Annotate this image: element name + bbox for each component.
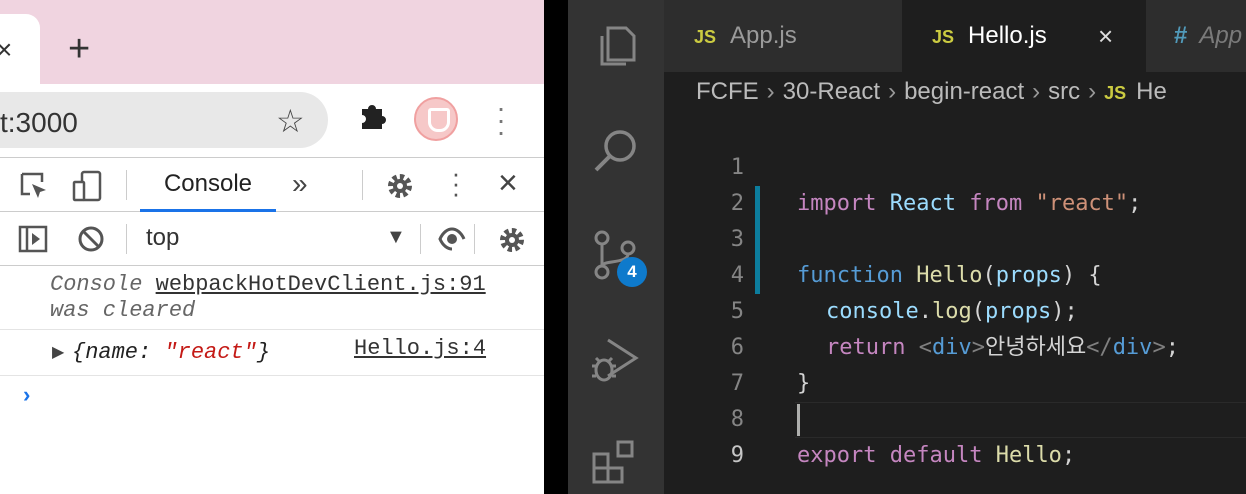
breadcrumb-item[interactable]: FCFE <box>696 78 759 105</box>
token: export <box>797 443 877 468</box>
console-log-entry: ▶ {name: "react"} Hello.js:4 <box>0 330 544 376</box>
breadcrumb-item[interactable]: 30-React <box>783 78 880 105</box>
clear-console-icon[interactable] <box>76 224 106 254</box>
more-tabs-icon[interactable]: » <box>292 168 308 200</box>
divider <box>474 224 475 254</box>
console-prompt[interactable]: › <box>20 384 33 409</box>
context-dropdown-icon[interactable]: ▼ <box>386 226 406 249</box>
code-line[interactable]: 5 return <div>안녕하세요</div>; <box>664 258 1246 360</box>
browser-window: × + t:3000 ☆ · · · Console » · · · × top… <box>0 0 544 494</box>
code-line[interactable]: 9 <box>664 402 1246 468</box>
divider <box>126 224 127 254</box>
tab-label: Hello.js <box>968 22 1047 49</box>
object-open: {name: <box>72 340 165 365</box>
message-text: Console webpackHotDevClient.js:91 <box>50 272 486 297</box>
breadcrumb-separator: › <box>766 78 775 105</box>
editor-tab-bar: JS App.js JS Hello.js × # App <box>664 0 1246 72</box>
tab-strip: × + <box>0 0 544 84</box>
code-line[interactable]: 7 <box>664 330 1246 396</box>
extensions-icon[interactable] <box>356 99 388 131</box>
inspect-element-icon[interactable] <box>20 172 50 202</box>
console-toolbar: top ▼ <box>0 212 544 266</box>
settings-gear-icon[interactable] <box>384 170 416 202</box>
sidebar-toggle-icon[interactable] <box>18 224 48 254</box>
code-line[interactable]: 2 <box>664 150 1246 216</box>
expand-triangle-icon[interactable]: ▶ <box>52 342 64 362</box>
extensions-icon[interactable] <box>590 436 642 488</box>
source-link[interactable]: Hello.js:4 <box>354 336 486 361</box>
code-text: export default Hello; <box>797 438 1075 474</box>
breadcrumb-separator: › <box>1032 78 1041 105</box>
close-tab-icon[interactable]: × <box>1098 0 1113 72</box>
js-file-icon: JS <box>694 27 717 47</box>
divider <box>420 224 421 254</box>
css-file-icon: # <box>1174 22 1188 49</box>
devtools-tab-bar: Console » · · · × <box>0 157 544 212</box>
tab-close-icon[interactable]: × <box>0 36 12 64</box>
profile-avatar-icon[interactable] <box>414 97 458 141</box>
code-line[interactable]: 3 function Hello(props) { <box>664 186 1246 288</box>
devtools-menu-icon[interactable]: · · · <box>450 160 462 206</box>
tab-hello-js[interactable]: JS Hello.js × <box>902 0 1146 72</box>
cleared-word: Console <box>50 272 143 297</box>
close-devtools-icon[interactable]: × <box>498 164 518 203</box>
source-link[interactable]: webpackHotDevClient.js:91 <box>156 272 486 297</box>
menu-kebab-icon[interactable]: · · · <box>494 94 508 146</box>
js-file-icon: JS <box>932 27 955 47</box>
breadcrumb: FCFE › 30-React › begin-react › src › JS He <box>696 78 1167 106</box>
divider <box>362 170 363 200</box>
token: default <box>889 443 983 468</box>
address-bar[interactable]: t:3000 ☆ <box>0 92 328 148</box>
js-file-icon: JS <box>1104 83 1127 103</box>
context-selector[interactable]: top <box>146 224 179 252</box>
tab-label: App <box>1199 22 1243 49</box>
activity-bar <box>568 0 664 494</box>
code-line[interactable]: 6 } <box>664 294 1246 396</box>
run-debug-icon[interactable] <box>590 332 642 384</box>
code-line[interactable]: 1 import React from "react"; <box>664 114 1246 216</box>
code-line[interactable]: 4 console.log(props); <box>664 222 1246 324</box>
breadcrumb-separator: › <box>1088 78 1097 105</box>
breadcrumb-item[interactable]: He <box>1136 78 1167 105</box>
explorer-files-icon[interactable] <box>590 20 642 72</box>
token: ; <box>1061 443 1076 468</box>
line-number: 9 <box>730 443 744 468</box>
address-text[interactable]: t:3000 <box>0 107 78 139</box>
object-close: } <box>256 340 271 365</box>
tab-label: App.js <box>730 22 797 49</box>
new-tab-button[interactable]: + <box>68 30 90 68</box>
console-settings-gear-icon[interactable] <box>496 224 528 256</box>
tab-app-js[interactable]: JS App.js <box>664 0 902 72</box>
editor-area: JS App.js JS Hello.js × # App FCFE › 30-React ›… <box>664 0 1246 494</box>
object-value: "react" <box>164 340 257 365</box>
tab-console[interactable]: Console <box>140 158 276 212</box>
live-expression-eye-icon[interactable] <box>438 224 466 254</box>
tab-app-css[interactable]: # App <box>1146 0 1246 72</box>
token: Hello <box>995 443 1062 468</box>
breadcrumb-separator: › <box>888 78 897 105</box>
console-message: Console webpackHotDevClient.js:91 was cl… <box>0 266 544 330</box>
breadcrumb-item[interactable]: begin-react <box>904 78 1024 105</box>
code-line[interactable]: 8 export default Hello; <box>664 366 1246 468</box>
breadcrumb-item[interactable]: src <box>1048 78 1080 105</box>
source-control-badge: 4 <box>617 257 647 287</box>
browser-toolbar: t:3000 ☆ <box>0 84 544 156</box>
bookmark-star-icon[interactable]: ☆ <box>276 102 305 140</box>
device-toolbar-icon[interactable] <box>72 170 104 202</box>
console-output: Console webpackHotDevClient.js:91 was cl… <box>0 266 544 494</box>
window-gap <box>544 0 568 494</box>
search-icon[interactable] <box>590 124 642 176</box>
logged-object[interactable]: {name: "react"} <box>72 340 270 365</box>
cleared-rest: was cleared <box>50 298 196 323</box>
divider <box>126 170 127 200</box>
